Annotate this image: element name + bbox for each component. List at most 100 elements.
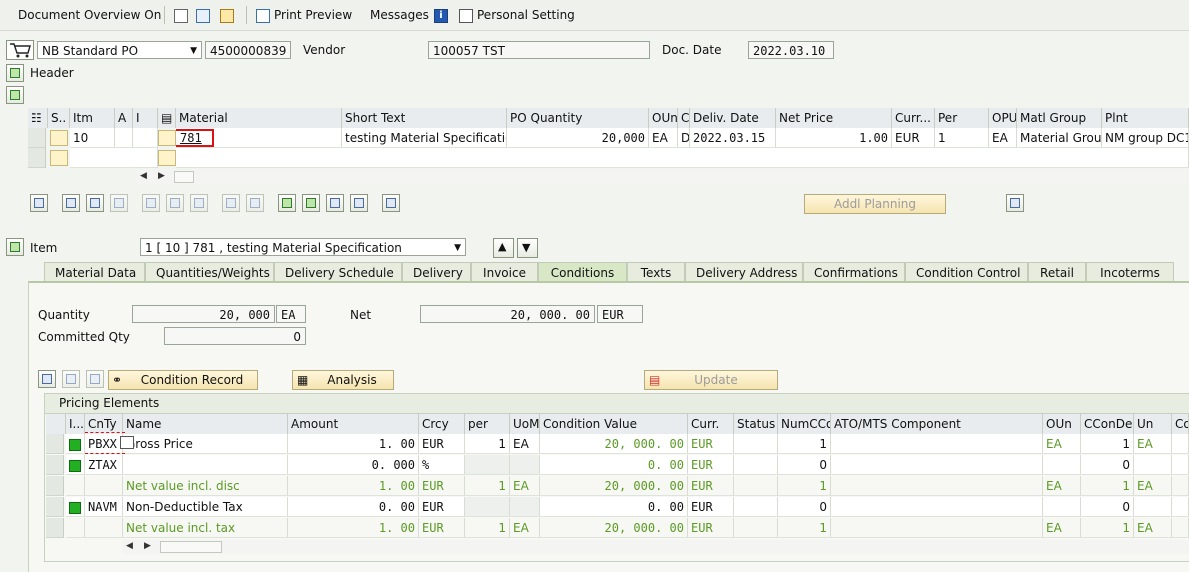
cell-status[interactable] [734,434,778,454]
cell-amount[interactable]: 1. 00 [288,476,419,496]
cell-crcy[interactable]: EUR [419,518,465,538]
details-icon[interactable] [30,194,48,212]
cell-cnty[interactable] [85,476,123,496]
select-block-icon[interactable] [110,194,128,212]
cell-oun[interactable] [1043,455,1081,475]
col-header-status[interactable]: S.. [48,108,70,128]
condition-details-icon[interactable] [38,370,56,388]
collapse-item-detail-icon[interactable] [6,238,24,256]
tab-material-data[interactable]: Material Data [44,262,145,282]
committed-qty-field[interactable]: 0 [164,327,306,345]
col-header-po-quantity[interactable]: PO Quantity [507,108,649,128]
tab-texts[interactable]: Texts [627,262,685,282]
deselect-all-icon[interactable] [86,194,104,212]
cell-oun[interactable]: EA [1043,518,1081,538]
col-header-per[interactable]: Per [935,108,989,128]
tab-quantities-weights[interactable]: Quantities/Weights [145,262,274,282]
tab-condition-control[interactable]: Condition Control [905,262,1028,282]
col-header-un[interactable]: Un [1134,414,1172,434]
copy-icon[interactable] [222,194,240,212]
cell-un[interactable]: EA [1134,434,1172,454]
cell-name[interactable]: Net value incl. disc [123,476,288,496]
info-icon[interactable]: i [434,6,448,24]
vendor-field[interactable]: 100057 TST [428,41,650,59]
cell-crcy[interactable]: EUR [419,497,465,517]
document-overview-button[interactable]: Document Overview On [18,6,161,24]
cell-curr[interactable]: EUR [688,476,734,496]
cell-name[interactable]: Non-Deductible Tax [123,497,288,517]
cell-uom[interactable] [510,497,540,517]
cell-ccon[interactable]: 1 [1081,434,1134,454]
cell-indicator[interactable] [66,518,85,538]
col-header-i[interactable]: I [133,108,158,128]
cell-plnt[interactable]: NM group DC1 [1102,128,1189,148]
cell-short-text[interactable]: testing Material Specification [342,128,507,148]
collapse-items-icon[interactable] [6,86,24,104]
cell-net-price[interactable]: 1.00 [776,128,892,148]
col-header-indicator[interactable]: I... [66,414,85,434]
display-change-icon[interactable] [196,6,210,24]
cell-ato-mts[interactable] [831,455,1043,475]
cell-co[interactable] [1172,476,1189,496]
cell-opu[interactable]: EA [989,128,1017,148]
cell-numcco[interactable]: 0 [778,455,831,475]
cell-curr[interactable]: EUR [688,455,734,475]
delete-icon[interactable] [142,194,160,212]
expand-header-icon[interactable] [6,64,24,82]
clipboard-icon[interactable] [382,194,400,212]
row-selector[interactable] [46,497,64,517]
settings-icon[interactable] [350,194,368,212]
cell-condition-value[interactable]: 20, 000. 00 [540,518,688,538]
scroll-right-icon[interactable]: ▶ [158,171,165,181]
status-field[interactable] [50,130,68,146]
personal-setting-icon[interactable] [459,6,473,24]
col-header-cnty[interactable]: CnTy [85,414,123,434]
cell-numcco[interactable]: 1 [778,434,831,454]
item-select[interactable]: 1 [ 10 ] 781 , testing Material Specific… [140,238,466,256]
previous-item-button[interactable]: ▲ [493,238,514,258]
cell-per[interactable] [465,497,510,517]
cell-numcco[interactable]: 0 [778,497,831,517]
cell-un[interactable] [1134,455,1172,475]
lock-icon[interactable] [166,194,184,212]
col-header-oun[interactable]: OUn [1043,414,1081,434]
cell-uom[interactable]: EA [510,476,540,496]
currency-conversion-icon[interactable] [1006,194,1024,212]
tab-delivery-address[interactable]: Delivery Address [685,262,803,282]
cell-condition-value[interactable]: 0. 00 [540,455,688,475]
scroll-thumb[interactable] [160,541,222,553]
sort-descending-icon[interactable] [302,194,320,212]
col-header-numcco[interactable]: NumCCo [778,414,831,434]
cell-status[interactable] [734,476,778,496]
cell-name[interactable] [123,455,288,475]
cell-numcco[interactable]: 1 [778,518,831,538]
col-header-plnt[interactable]: Plnt [1102,108,1189,128]
cell-crcy[interactable]: EUR [419,434,465,454]
sort-ascending-icon[interactable] [278,194,296,212]
cell-cnty[interactable]: NAVM [85,497,123,517]
new-document-icon[interactable] [174,6,188,24]
cell-ato-mts[interactable] [831,434,1043,454]
shopping-cart-icon[interactable] [6,40,34,60]
cell-condition-value[interactable]: 20, 000. 00 [540,476,688,496]
next-item-button[interactable]: ▼ [517,238,538,258]
delete-row-icon[interactable] [86,370,104,388]
cell-ccon[interactable]: 0 [1081,497,1134,517]
empty-row[interactable] [176,148,1189,168]
cell-po-quantity[interactable]: 20,000 [507,128,649,148]
tab-confirmations[interactable]: Confirmations [803,262,905,282]
cell-amount[interactable]: 1. 00 [288,434,419,454]
cell-deliv-date[interactable]: 2022.03.15 [690,128,776,148]
cell-per[interactable]: 1 [465,476,510,496]
cell-un[interactable]: EA [1134,476,1172,496]
default-values-icon[interactable] [246,194,264,212]
cell-amount[interactable]: 1. 00 [288,518,419,538]
cell-name[interactable]: Net value incl. tax [123,518,288,538]
cell-a[interactable] [115,128,133,148]
cell-amount[interactable]: 0. 000 [288,455,419,475]
addl-planning-button[interactable]: Addl Planning [804,194,946,214]
scroll-left-icon[interactable]: ◀ [126,541,133,551]
cell-i[interactable] [133,128,158,148]
empty-cell[interactable] [70,148,158,168]
cell-condition-value[interactable]: 0. 00 [540,497,688,517]
